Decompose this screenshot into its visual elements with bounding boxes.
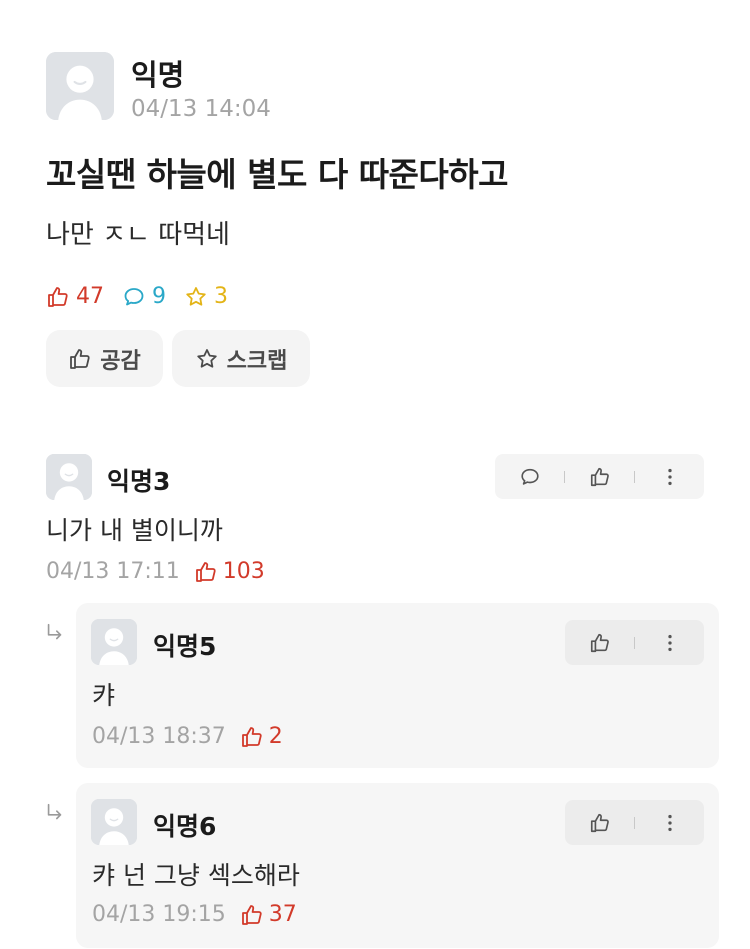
reply-date: 04/13 18:37 bbox=[92, 724, 226, 749]
reply-like-button[interactable] bbox=[589, 812, 611, 834]
reply-author: 익명6 bbox=[153, 812, 217, 841]
like-count-value: 47 bbox=[76, 284, 104, 309]
like-count: 47 bbox=[46, 284, 104, 309]
more-vertical-icon[interactable] bbox=[659, 632, 681, 654]
reply-like-value: 37 bbox=[268, 902, 297, 927]
reply-like-count: 37 bbox=[240, 902, 297, 927]
speech-bubble-icon bbox=[122, 285, 146, 309]
comment-like-count: 103 bbox=[194, 559, 265, 584]
thumbs-up-icon bbox=[240, 725, 264, 749]
divider bbox=[634, 636, 635, 649]
post-author: 익명 bbox=[131, 58, 185, 92]
comment-avatar bbox=[46, 454, 92, 500]
thumbs-up-icon bbox=[194, 560, 218, 584]
default-avatar-icon bbox=[91, 619, 137, 665]
thumbs-up-icon bbox=[46, 285, 70, 309]
comment-text: 니가 내 별이니까 bbox=[46, 516, 223, 545]
post-avatar bbox=[46, 52, 114, 120]
post-title: 꼬실땐 하늘에 별도 다 따준다하고 bbox=[46, 155, 509, 194]
scrap-count: 3 bbox=[184, 284, 228, 309]
comment-date: 04/13 17:11 bbox=[46, 559, 180, 584]
comment-like-value: 103 bbox=[222, 559, 265, 584]
reply-actions bbox=[565, 800, 704, 845]
divider bbox=[634, 470, 635, 483]
reply-arrow-icon bbox=[44, 802, 66, 824]
reply-comment-button[interactable] bbox=[519, 466, 541, 488]
like-button-label: 공감 bbox=[100, 348, 141, 374]
reply-actions bbox=[565, 620, 704, 665]
thumbs-up-icon bbox=[240, 903, 264, 927]
more-vertical-icon[interactable] bbox=[659, 466, 681, 488]
scrap-button[interactable]: 스크랩 bbox=[172, 330, 310, 387]
comment-meta: 04/13 17:11 103 bbox=[46, 559, 265, 584]
reply-meta: 04/13 18:37 2 bbox=[92, 724, 283, 749]
default-avatar-icon bbox=[46, 52, 114, 120]
post-stats: 47 9 3 bbox=[46, 284, 228, 309]
default-avatar-icon bbox=[91, 799, 137, 845]
reply-date: 04/13 19:15 bbox=[92, 902, 226, 927]
reply-text: 캬 넌 그냥 섹스해라 bbox=[92, 861, 300, 890]
reply-arrow-icon bbox=[44, 622, 66, 644]
like-button[interactable]: 공감 bbox=[46, 330, 163, 387]
reply-author: 익명5 bbox=[153, 632, 217, 661]
star-icon bbox=[195, 347, 219, 371]
comment-count: 9 bbox=[122, 284, 166, 309]
comment-author: 익명3 bbox=[107, 467, 171, 496]
star-icon bbox=[184, 285, 208, 309]
scrap-count-value: 3 bbox=[214, 284, 228, 309]
reply-like-value: 2 bbox=[268, 724, 283, 749]
thumbs-up-icon bbox=[68, 347, 92, 371]
divider bbox=[634, 816, 635, 829]
scrap-button-label: 스크랩 bbox=[226, 348, 288, 374]
reply-like-count: 2 bbox=[240, 724, 283, 749]
reply-avatar bbox=[91, 619, 137, 665]
more-vertical-icon[interactable] bbox=[659, 812, 681, 834]
reply-like-button[interactable] bbox=[589, 632, 611, 654]
default-avatar-icon bbox=[46, 454, 92, 500]
reply-meta: 04/13 19:15 37 bbox=[92, 902, 297, 927]
comment-count-value: 9 bbox=[152, 284, 166, 309]
post-body: 나만 ㅈㄴ 따먹네 bbox=[46, 220, 230, 250]
divider bbox=[564, 470, 565, 483]
post-date: 04/13 14:04 bbox=[131, 96, 271, 122]
reply-text: 캬 bbox=[92, 681, 116, 710]
reply-avatar bbox=[91, 799, 137, 845]
comment-like-button[interactable] bbox=[589, 466, 611, 488]
comment-actions bbox=[495, 454, 704, 499]
